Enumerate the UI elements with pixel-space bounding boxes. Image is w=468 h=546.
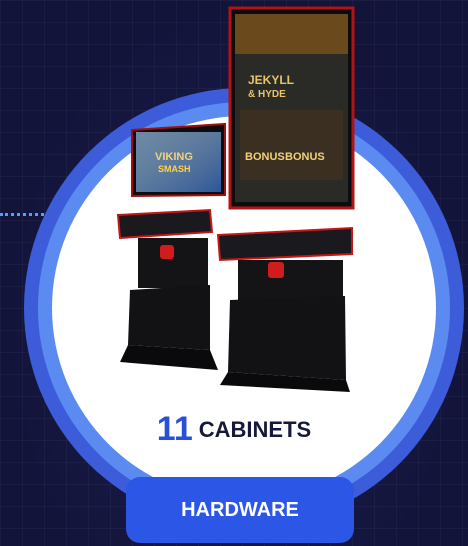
dotted-connector-line — [0, 213, 50, 216]
bonus-symbol-1: BONUS — [245, 151, 285, 163]
cabinets-caption: 11 CABINETS — [0, 410, 468, 449]
cabinet-count: 11 — [156, 410, 193, 448]
right-cabinet-topper — [235, 14, 348, 54]
hardware-button[interactable]: HARDWARE — [126, 477, 354, 543]
right-cabinet: JEKYLL & HYDE BONUS BONUS — [216, 6, 355, 392]
left-game-title-1: VIKING — [155, 151, 193, 163]
left-game-title-2: SMASH — [158, 164, 191, 174]
left-cabinet: VIKING SMASH — [116, 122, 226, 370]
bonus-symbol-2: BONUS — [285, 151, 325, 163]
right-game-title-2: & HYDE — [248, 89, 286, 100]
right-game-title-1: JEKYLL — [248, 73, 294, 87]
slot-cabinets-illustration: VIKING SMASH JEKYLL & HYDE BONUS BONUS — [116, 6, 355, 392]
cabinet-label: CABINETS — [198, 416, 312, 442]
right-cabinet-logo-icon — [268, 262, 284, 278]
left-cabinet-logo-icon — [160, 245, 174, 259]
